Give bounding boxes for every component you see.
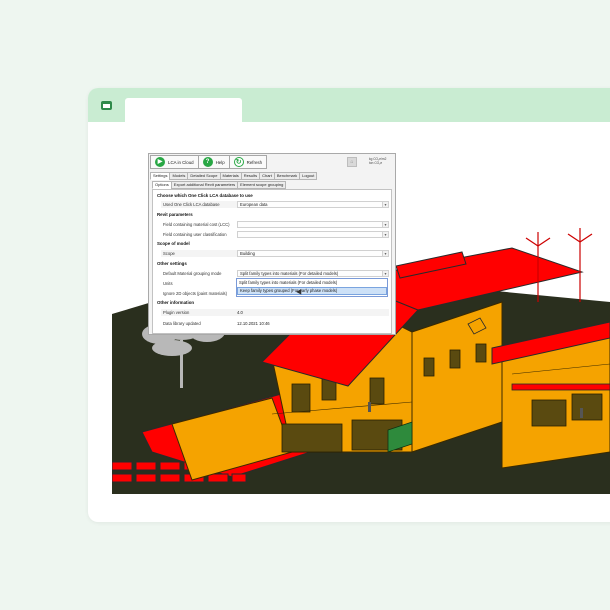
database-select[interactable]: European data ▾: [237, 201, 389, 208]
classification-field-select[interactable]: ▾: [237, 231, 389, 238]
library-updated-label: Data library updated: [163, 321, 201, 326]
unit-line-2: ton CO₂e: [369, 161, 383, 166]
window-titlebar: [88, 88, 610, 122]
summary-units: kg CO₂e/m2 ton CO₂e: [369, 157, 386, 165]
cost-field-select[interactable]: ▾: [237, 221, 389, 228]
tab-settings[interactable]: Settings: [150, 172, 171, 180]
tab-element-scope-grouping[interactable]: Element scope grouping: [237, 181, 287, 189]
tab-export-revit-params[interactable]: Export additional Revit parameters: [170, 181, 239, 189]
library-updated-value: 12.10.2021 10:46: [237, 321, 270, 326]
help-icon: ?: [202, 157, 213, 167]
tab-options[interactable]: Options: [152, 181, 172, 189]
model-icon: ⌂: [347, 157, 357, 167]
plugin-version-value: 4.0: [237, 310, 243, 315]
tab-chart[interactable]: Chart: [259, 172, 275, 180]
scope-value: Building: [240, 251, 255, 256]
scope-select[interactable]: Building ▾: [237, 250, 389, 257]
dropdown-option-split[interactable]: Split family types into materials (For d…: [237, 279, 387, 287]
database-value: European data: [240, 202, 268, 207]
tab-materials[interactable]: Materials: [219, 172, 242, 180]
section-other-settings: Other settings: [157, 261, 187, 266]
cost-field-label: Field containing material cost (LCC): [163, 222, 230, 227]
toolbar: ▶ LCA in Cloud ? Help ↻ Refresh: [150, 155, 268, 169]
tab-models[interactable]: Models: [169, 172, 189, 180]
section-revit-parameters: Revit parameters: [157, 212, 193, 217]
scope-label: Scope: [163, 251, 175, 256]
grouping-mode-dropdown: Split family types into materials (For d…: [236, 278, 388, 297]
refresh-icon: ↻: [233, 157, 244, 167]
chevron-down-icon: ▾: [382, 251, 388, 256]
plugin-version-label: Plugin version: [163, 310, 190, 315]
lca-in-cloud-label: LCA in Cloud: [168, 159, 194, 165]
section-scope: Scope of model: [157, 241, 190, 246]
tab-logout[interactable]: Logout: [299, 172, 318, 180]
section-database: Choose which One Click LCA database to u…: [157, 193, 253, 198]
database-label: Used One Click LCA database: [163, 202, 220, 207]
window-tab[interactable]: [125, 98, 242, 122]
lca-in-cloud-button[interactable]: ▶ LCA in Cloud: [150, 155, 199, 169]
units-label: Units: [163, 281, 173, 286]
chevron-down-icon: ▾: [382, 222, 388, 227]
tab-results[interactable]: Results: [240, 172, 261, 180]
options-panel: Choose which One Click LCA database to u…: [152, 189, 392, 334]
tab-detailed-scope[interactable]: Detailed Scope: [187, 172, 221, 180]
ignore-2d-label: Ignore 2D objects (paint materials): [163, 291, 228, 296]
main-tabs: Settings Models Detailed Scope Materials…: [150, 172, 318, 180]
chevron-down-icon: ▾: [382, 232, 388, 237]
window-icon: [101, 101, 112, 110]
help-label: Help: [215, 159, 225, 165]
section-other-information: Other information: [157, 300, 195, 305]
refresh-label: Refresh: [246, 159, 263, 165]
help-button[interactable]: ? Help: [197, 155, 230, 169]
tab-benchmark[interactable]: Benchmark: [273, 172, 301, 180]
summary-panel: ⌂ kg CO₂e/m2 ton CO₂e: [347, 155, 395, 169]
lca-plugin-window: ▶ LCA in Cloud ? Help ↻ Refresh ⌂ kg CO₂…: [148, 153, 396, 335]
refresh-button[interactable]: ↻ Refresh: [228, 155, 268, 169]
dropdown-option-keep-grouped[interactable]: Keep family types grouped (For early pha…: [237, 287, 387, 295]
play-icon: ▶: [155, 157, 165, 167]
grouping-mode-select[interactable]: Split family types into materials (For d…: [237, 270, 389, 277]
chevron-down-icon: ▾: [382, 271, 388, 276]
chevron-down-icon: ▾: [382, 202, 388, 207]
grouping-mode-label: Default Material grouping mode: [163, 271, 222, 276]
classification-field-label: Field containing user classification: [163, 232, 227, 237]
grouping-mode-value: Split family types into materials (For d…: [240, 271, 339, 276]
sub-tabs: Options Export additional Revit paramete…: [152, 181, 287, 189]
